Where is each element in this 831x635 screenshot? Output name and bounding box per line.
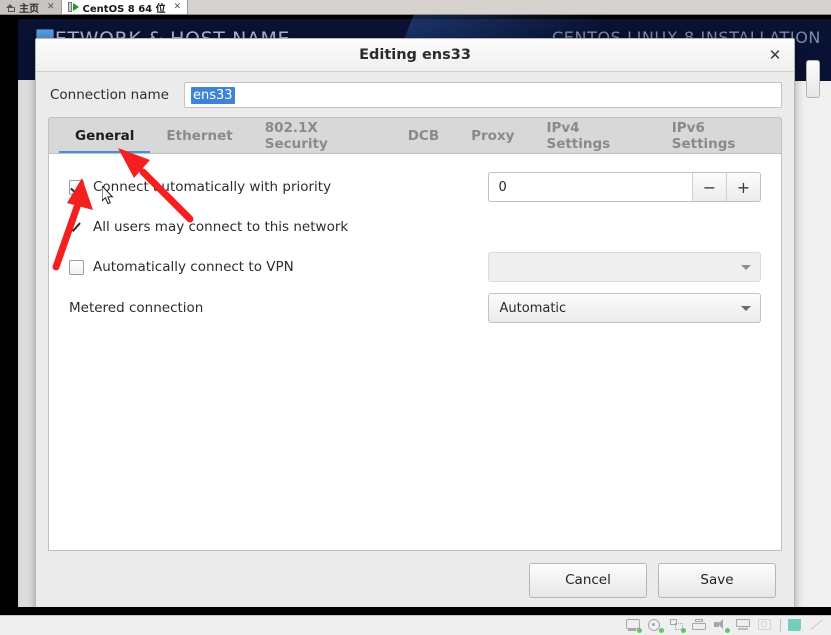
connection-name-value: ens33 [190,86,235,104]
cancel-button[interactable]: Cancel [529,562,647,598]
metered-connection-value: Automatic [499,300,567,316]
tab-proxy-label: Proxy [471,127,515,144]
connection-name-input[interactable]: ens33 [183,82,782,108]
metered-connection-label: Metered connection [69,300,204,316]
connection-name-label: Connection name [50,87,169,103]
auto-vpn-label: Automatically connect to VPN [93,259,294,275]
dialog-footer: Cancel Save [36,547,794,613]
dialog-tab-bar: General Ethernet 802.1X Security DCB Pro… [48,117,782,154]
vmware-tab-centos[interactable]: CentOS 8 64 位 ✕ [61,0,189,15]
tab-proxy[interactable]: Proxy [455,118,530,153]
harddisk-icon[interactable] [626,619,642,633]
close-icon[interactable]: ✕ [47,2,55,12]
home-icon [6,3,15,12]
dialog-titlebar: Editing ens33 ✕ [36,39,794,72]
tab-dcb-label: DCB [407,127,440,144]
all-users-row: All users may connect to this network [69,213,761,241]
close-icon[interactable]: ✕ [766,46,784,64]
statusbar-separator [780,619,781,632]
close-icon[interactable]: ✕ [174,2,182,12]
connect-automatically-label: Connect automatically with priority [93,179,332,195]
priority-increment-button[interactable]: + [726,173,760,201]
chevron-down-icon [741,305,751,311]
priority-decrement-button[interactable]: − [692,173,726,201]
chevron-down-icon [741,264,751,270]
metered-connection-row: Metered connection Automatic [69,293,761,323]
tab-ipv4-settings-label: IPv4 Settings [546,119,611,152]
editing-connection-dialog: Editing ens33 ✕ Connection name ens33 Ge… [35,38,795,614]
all-users-checkbox[interactable] [69,220,84,235]
dialog-title: Editing ens33 [359,47,471,63]
vmware-tab-home-label: 主页 [19,3,39,15]
tab-ipv6-settings[interactable]: IPv6 Settings [656,118,781,153]
tab-8021x-security-label: 802.1X Security [264,119,328,152]
general-tab-panel: Connect automatically with priority 0 − … [48,153,782,551]
tab-ethernet[interactable]: Ethernet [150,118,248,153]
vm-frame-left-edge [0,14,18,621]
metered-connection-select[interactable]: Automatic [487,293,761,323]
vpn-select [487,252,761,282]
priority-value[interactable]: 0 [489,173,692,201]
auto-vpn-row: Automatically connect to VPN [69,252,761,282]
auto-vpn-checkbox[interactable] [69,259,84,275]
vmware-status-bar [0,615,831,635]
tab-general-label: General [75,127,135,144]
priority-spinner[interactable]: 0 − + [487,172,761,202]
play-icon [67,2,79,12]
cdrom-icon[interactable] [648,619,664,633]
save-button[interactable]: Save [658,562,776,598]
vmware-tab-centos-label: CentOS 8 64 位 [82,3,166,15]
all-users-label: All users may connect to this network [93,219,349,235]
connect-automatically-row: Connect automatically with priority 0 − … [69,172,761,202]
connection-name-row: Connection name ens33 [36,72,794,117]
vm-frame-bottom-edge [0,607,831,615]
tab-dcb[interactable]: DCB [392,118,455,153]
vmware-tab-home[interactable]: 主页 ✕ [0,0,62,14]
tab-8021x-security[interactable]: 802.1X Security [249,118,392,153]
connect-automatically-checkbox[interactable] [69,179,84,195]
network-icon[interactable] [670,619,686,633]
usb-icon[interactable] [736,619,751,632]
tab-general[interactable]: General [59,118,151,154]
tab-ipv4-settings[interactable]: IPv4 Settings [530,118,655,153]
resize-icon[interactable] [810,619,825,632]
installer-configure-button[interactable] [806,60,820,98]
sharedfolder-icon[interactable] [758,619,773,632]
tab-ethernet-label: Ethernet [166,127,233,144]
tab-ipv6-settings-label: IPv6 Settings [671,119,736,152]
printer-icon[interactable] [692,619,707,632]
sound-icon[interactable] [714,619,730,633]
vmware-tab-strip: 主页 ✕ CentOS 8 64 位 ✕ [0,0,831,15]
note-icon[interactable] [788,619,803,632]
